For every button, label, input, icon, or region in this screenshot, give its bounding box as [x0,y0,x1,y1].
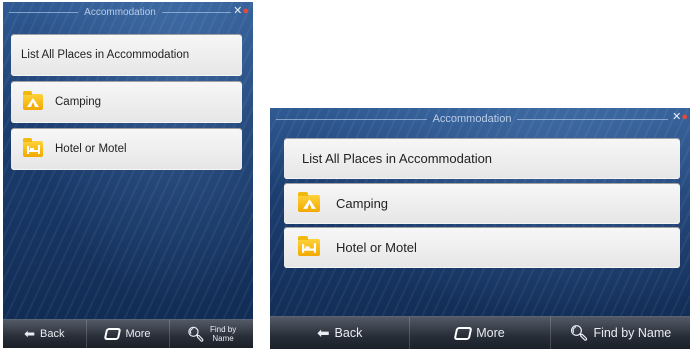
search-icon: 🔍︎ [187,325,205,342]
more-button[interactable]: More [410,317,551,349]
gps-status-icon[interactable]: ✕● [233,4,249,17]
more-icon [104,328,122,340]
back-arrow-icon: ⬅ [24,326,36,341]
camping-tent-icon [298,192,320,212]
title-bar: Accommodation [270,108,690,130]
list-all-places-button[interactable]: List All Places in Accommodation [11,34,242,76]
hotel-bed-icon [23,138,43,157]
find-by-name-button[interactable]: 🔍︎ Find by Name [550,317,690,349]
screen-small: Accommodation ✕● List All Places in Acco… [3,2,253,348]
bottom-toolbar: ⬅ Back More 🔍︎ Find by Name [270,316,690,349]
hotel-or-motel-button[interactable]: Hotel or Motel [11,128,242,170]
menu-item-label: Camping [336,196,389,211]
hotel-or-motel-button[interactable]: Hotel or Motel [284,227,680,268]
camping-button[interactable]: Camping [284,183,680,224]
list-all-places-button[interactable]: List All Places in Accommodation [284,138,680,179]
camping-tent-icon [23,91,43,110]
title-bar: Accommodation [3,2,253,22]
back-button[interactable]: ⬅ Back [270,317,411,349]
search-icon: 🔍︎ [569,325,589,342]
menu-item-label: Hotel or Motel [336,240,417,255]
page-title: Accommodation [432,113,512,125]
menu-item-label: Camping [55,96,102,108]
screen-large: Accommodation ✕● List All Places in Acco… [270,108,690,349]
more-icon [453,326,473,340]
find-by-name-button[interactable]: 🔍︎ Find by Name [170,320,253,348]
back-arrow-icon: ⬅ [316,325,330,342]
hotel-bed-icon [298,236,320,256]
camping-button[interactable]: Camping [11,81,242,123]
menu-item-label: List All Places in Accommodation [21,49,190,61]
menu-item-label: List All Places in Accommodation [302,151,493,166]
back-button[interactable]: ⬅ Back [3,320,87,348]
gps-status-icon[interactable]: ✕● [672,110,688,123]
page-title: Accommodation [84,6,156,18]
bottom-toolbar: ⬅ Back More 🔍︎ Find by Name [3,319,253,348]
menu-item-label: Hotel or Motel [55,143,127,155]
more-button[interactable]: More [86,320,171,348]
